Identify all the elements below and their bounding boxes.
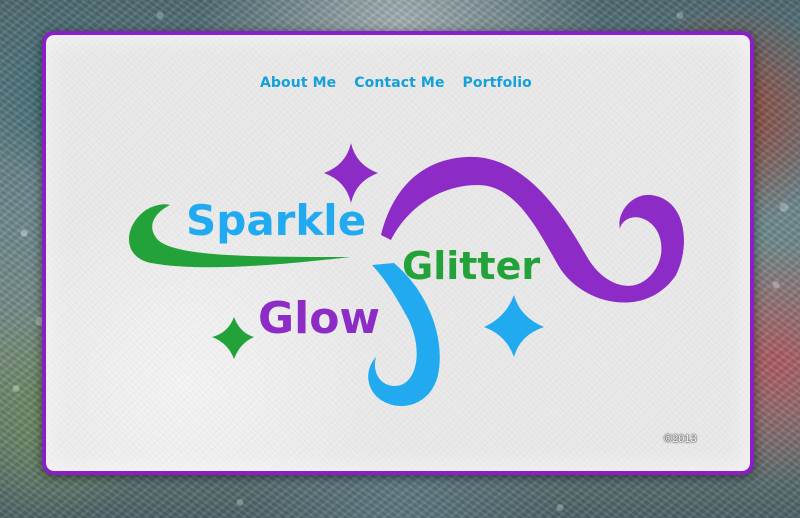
blue-star-icon (484, 295, 544, 357)
content-panel: About Me Contact Me Portfolio Sparkle Gl… (42, 31, 754, 475)
logo-word-glow: Glow (258, 293, 380, 344)
copyright-text: ©2013 (664, 433, 697, 445)
logo-word-sparkle: Sparkle (186, 196, 366, 245)
green-star-icon (212, 317, 254, 359)
purple-star-icon (324, 143, 378, 203)
logo-word-glitter: Glitter (402, 244, 540, 288)
sparkle-glitter-glow-logo: Sparkle Glitter Glow (128, 143, 684, 407)
